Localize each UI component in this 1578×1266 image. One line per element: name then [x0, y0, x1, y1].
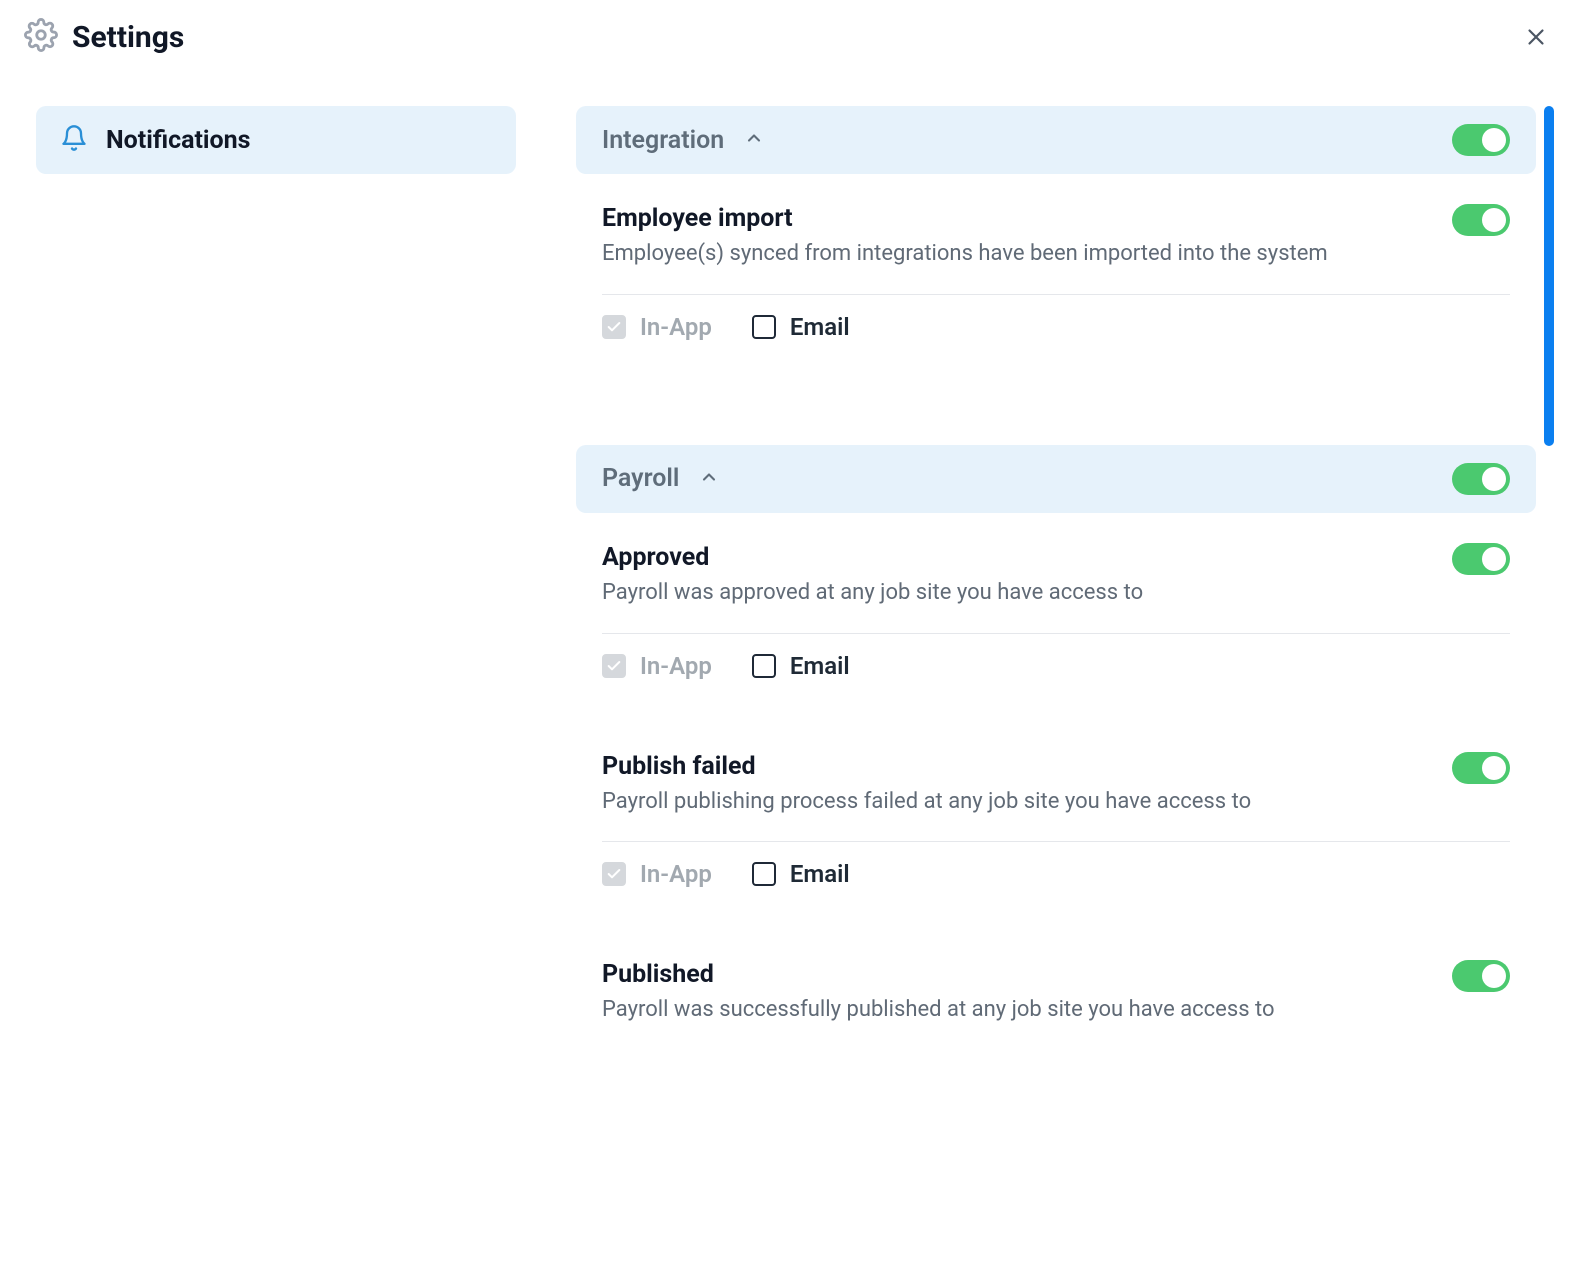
channel-label-in-app: In-App — [640, 860, 712, 888]
chevron-up-icon — [699, 467, 719, 491]
item-title: Approved — [602, 543, 1422, 572]
sidebar: Notifications — [36, 106, 516, 1130]
item-head: Publish failed Payroll publishing proces… — [602, 752, 1510, 818]
item-texts: Approved Payroll was approved at any job… — [602, 543, 1422, 609]
notification-item-employee-import: Employee import Employee(s) synced from … — [576, 204, 1536, 375]
item-head: Approved Payroll was approved at any job… — [602, 543, 1510, 609]
item-desc: Payroll was approved at any job site you… — [602, 578, 1422, 609]
item-head: Published Payroll was successfully publi… — [602, 960, 1510, 1026]
channel-row: In-App Email — [602, 294, 1510, 341]
scrollbar-thumb[interactable] — [1544, 106, 1554, 446]
close-button[interactable] — [1518, 19, 1554, 55]
section-header-integration[interactable]: Integration — [576, 106, 1536, 174]
checkbox-email[interactable] — [752, 862, 776, 886]
section-toggle-integration[interactable] — [1452, 124, 1510, 156]
channel-label-email: Email — [790, 860, 850, 888]
notification-item-publish-failed: Publish failed Payroll publishing proces… — [576, 752, 1536, 923]
item-desc: Payroll was successfully published at an… — [602, 995, 1422, 1026]
channel-label-email: Email — [790, 652, 850, 680]
checkbox-in-app — [602, 654, 626, 678]
item-desc: Employee(s) synced from integrations hav… — [602, 239, 1422, 270]
channel-in-app: In-App — [602, 860, 712, 888]
channel-in-app: In-App — [602, 313, 712, 341]
section-header-left: Payroll — [602, 464, 719, 493]
channel-email: Email — [752, 860, 850, 888]
header-left: Settings — [24, 18, 184, 56]
item-head: Employee import Employee(s) synced from … — [602, 204, 1510, 270]
item-desc: Payroll publishing process failed at any… — [602, 787, 1422, 818]
channel-label-email: Email — [790, 313, 850, 341]
item-title: Publish failed — [602, 752, 1422, 781]
section-integration: Integration Employee import Employee(s) … — [576, 106, 1536, 375]
channel-email: Email — [752, 313, 850, 341]
section-toggle-payroll[interactable] — [1452, 463, 1510, 495]
item-toggle-employee-import[interactable] — [1452, 204, 1510, 236]
item-texts: Published Payroll was successfully publi… — [602, 960, 1422, 1026]
item-toggle-approved[interactable] — [1452, 543, 1510, 575]
header: Settings — [0, 0, 1578, 56]
checkbox-email[interactable] — [752, 315, 776, 339]
item-title: Employee import — [602, 204, 1422, 233]
gear-icon — [24, 18, 58, 56]
section-header-left: Integration — [602, 126, 764, 155]
item-texts: Employee import Employee(s) synced from … — [602, 204, 1422, 270]
sidebar-item-notifications[interactable]: Notifications — [36, 106, 516, 174]
sidebar-item-label: Notifications — [106, 126, 251, 155]
main-panel: Integration Employee import Employee(s) … — [576, 106, 1554, 1130]
section-title: Integration — [602, 126, 724, 155]
notification-item-approved: Approved Payroll was approved at any job… — [576, 543, 1536, 714]
section-payroll: Payroll Approved Payroll was approved at… — [576, 445, 1536, 1060]
section-title: Payroll — [602, 464, 679, 493]
checkbox-in-app — [602, 862, 626, 886]
item-texts: Publish failed Payroll publishing proces… — [602, 752, 1422, 818]
channel-label-in-app: In-App — [640, 313, 712, 341]
channel-label-in-app: In-App — [640, 652, 712, 680]
checkbox-in-app — [602, 315, 626, 339]
channel-in-app: In-App — [602, 652, 712, 680]
item-toggle-publish-failed[interactable] — [1452, 752, 1510, 784]
notification-item-published: Published Payroll was successfully publi… — [576, 960, 1536, 1060]
page-title: Settings — [72, 20, 184, 55]
content: Notifications Integration Employee impor… — [0, 56, 1578, 1130]
chevron-up-icon — [744, 128, 764, 152]
channel-email: Email — [752, 652, 850, 680]
bell-icon — [60, 124, 88, 156]
channel-row: In-App Email — [602, 633, 1510, 680]
section-header-payroll[interactable]: Payroll — [576, 445, 1536, 513]
checkbox-email[interactable] — [752, 654, 776, 678]
item-title: Published — [602, 960, 1422, 989]
item-toggle-published[interactable] — [1452, 960, 1510, 992]
channel-row: In-App Email — [602, 841, 1510, 888]
